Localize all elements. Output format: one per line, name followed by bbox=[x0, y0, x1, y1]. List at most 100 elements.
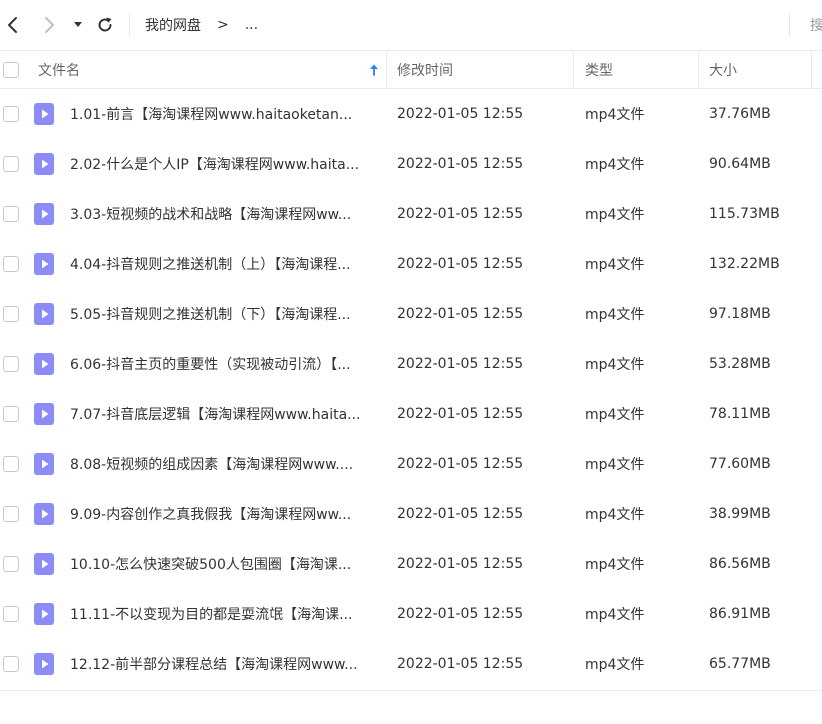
list-bottom-divider bbox=[0, 690, 822, 691]
table-row[interactable]: 5.05-抖音规则之推送机制（下）【海淘课程... 2022-01-05 12:… bbox=[0, 289, 822, 339]
row-checkbox[interactable] bbox=[3, 406, 19, 422]
breadcrumb-more[interactable]: ... bbox=[245, 17, 258, 33]
video-file-icon bbox=[34, 453, 54, 475]
file-type: mp4文件 bbox=[585, 357, 645, 373]
file-name[interactable]: 3.03-短视频的战术和战略【海淘课程网ww... bbox=[70, 189, 380, 239]
row-checkbox[interactable] bbox=[3, 656, 19, 672]
file-size: 86.91MB bbox=[709, 606, 771, 622]
file-modified-time: 2022-01-05 12:55 bbox=[397, 606, 524, 622]
column-divider[interactable] bbox=[386, 51, 387, 89]
file-modified-time: 2022-01-05 12:55 bbox=[397, 406, 524, 422]
refresh-button[interactable] bbox=[93, 13, 117, 37]
video-file-icon bbox=[34, 353, 54, 375]
top-nav-bar: 我的网盘 > ... 搜 bbox=[0, 0, 822, 50]
table-row[interactable]: 3.03-短视频的战术和战略【海淘课程网ww... 2022-01-05 12:… bbox=[0, 189, 822, 239]
file-type: mp4文件 bbox=[585, 157, 645, 173]
history-dropdown-button[interactable] bbox=[68, 13, 88, 37]
forward-button[interactable] bbox=[37, 13, 61, 37]
file-type: mp4文件 bbox=[585, 657, 645, 673]
table-row[interactable]: 2.02-什么是个人IP【海淘课程网www.haita... 2022-01-0… bbox=[0, 139, 822, 189]
file-type: mp4文件 bbox=[585, 457, 645, 473]
nav-divider bbox=[129, 14, 130, 36]
file-size: 115.73MB bbox=[709, 206, 780, 222]
table-row[interactable]: 7.07-抖音底层逻辑【海淘课程网www.haita... 2022-01-05… bbox=[0, 389, 822, 439]
file-modified-time: 2022-01-05 12:55 bbox=[397, 506, 524, 522]
file-name[interactable]: 2.02-什么是个人IP【海淘课程网www.haita... bbox=[70, 139, 380, 189]
table-row[interactable]: 6.06-抖音主页的重要性（实现被动引流）【... 2022-01-05 12:… bbox=[0, 339, 822, 389]
breadcrumb-root[interactable]: 我的网盘 bbox=[145, 15, 201, 35]
back-button[interactable] bbox=[1, 13, 25, 37]
file-name[interactable]: 8.08-短视频的组成因素【海淘课程网www.... bbox=[70, 439, 380, 489]
column-divider[interactable] bbox=[573, 51, 574, 89]
file-type: mp4文件 bbox=[585, 607, 645, 623]
search-input[interactable]: 搜 bbox=[810, 15, 822, 35]
video-file-icon bbox=[34, 503, 54, 525]
row-checkbox[interactable] bbox=[3, 256, 19, 272]
file-name[interactable]: 5.05-抖音规则之推送机制（下）【海淘课程... bbox=[70, 289, 380, 339]
file-modified-time: 2022-01-05 12:55 bbox=[397, 656, 524, 672]
video-file-icon bbox=[34, 403, 54, 425]
chevron-left-icon bbox=[8, 17, 17, 33]
file-type: mp4文件 bbox=[585, 557, 645, 573]
column-header-name-label: 文件名 bbox=[38, 63, 80, 79]
file-type: mp4文件 bbox=[585, 257, 645, 273]
file-modified-time: 2022-01-05 12:55 bbox=[397, 456, 524, 472]
row-checkbox[interactable] bbox=[3, 456, 19, 472]
file-size: 38.99MB bbox=[709, 506, 771, 522]
file-name[interactable]: 10.10-怎么快速突破500人包围圈【海淘课... bbox=[70, 539, 380, 589]
file-size: 37.76MB bbox=[709, 106, 771, 122]
table-row[interactable]: 10.10-怎么快速突破500人包围圈【海淘课... 2022-01-05 12… bbox=[0, 539, 822, 589]
file-name[interactable]: 6.06-抖音主页的重要性（实现被动引流）【... bbox=[70, 339, 380, 389]
chevron-right-icon bbox=[45, 17, 54, 33]
row-checkbox[interactable] bbox=[3, 206, 19, 222]
column-header-size-label: 大小 bbox=[709, 63, 737, 79]
table-row[interactable]: 11.11-不以变现为目的都是耍流氓【海淘课... 2022-01-05 12:… bbox=[0, 589, 822, 639]
video-file-icon bbox=[34, 303, 54, 325]
row-checkbox[interactable] bbox=[3, 506, 19, 522]
select-all-checkbox[interactable] bbox=[3, 62, 19, 78]
file-type: mp4文件 bbox=[585, 107, 645, 123]
table-row[interactable]: 4.04-抖音规则之推送机制（上）【海淘课程... 2022-01-05 12:… bbox=[0, 239, 822, 289]
file-name[interactable]: 12.12-前半部分课程总结【海淘课程网www... bbox=[70, 639, 380, 689]
file-size: 86.56MB bbox=[709, 556, 771, 572]
column-header-name[interactable]: 文件名 bbox=[38, 51, 80, 89]
row-checkbox[interactable] bbox=[3, 606, 19, 622]
file-size: 78.11MB bbox=[709, 406, 771, 422]
row-checkbox[interactable] bbox=[3, 306, 19, 322]
file-name[interactable]: 11.11-不以变现为目的都是耍流氓【海淘课... bbox=[70, 589, 380, 639]
table-row[interactable]: 8.08-短视频的组成因素【海淘课程网www.... 2022-01-05 12… bbox=[0, 439, 822, 489]
video-file-icon bbox=[34, 553, 54, 575]
file-type: mp4文件 bbox=[585, 207, 645, 223]
file-size: 65.77MB bbox=[709, 656, 771, 672]
table-row[interactable]: 1.01-前言【海淘课程网www.haitaoketan... 2022-01-… bbox=[0, 89, 822, 139]
file-modified-time: 2022-01-05 12:55 bbox=[397, 106, 524, 122]
row-checkbox[interactable] bbox=[3, 356, 19, 372]
search-divider bbox=[789, 14, 790, 36]
table-header: 文件名 修改时间 类型 大小 bbox=[0, 50, 822, 89]
row-checkbox[interactable] bbox=[3, 106, 19, 122]
column-divider[interactable] bbox=[811, 51, 812, 89]
file-modified-time: 2022-01-05 12:55 bbox=[397, 306, 524, 322]
table-row[interactable]: 9.09-内容创作之真我假我【海淘课程网ww... 2022-01-05 12:… bbox=[0, 489, 822, 539]
breadcrumb-separator: > bbox=[217, 17, 229, 33]
file-modified-time: 2022-01-05 12:55 bbox=[397, 156, 524, 172]
file-name[interactable]: 4.04-抖音规则之推送机制（上）【海淘课程... bbox=[70, 239, 380, 289]
row-checkbox[interactable] bbox=[3, 156, 19, 172]
column-divider[interactable] bbox=[698, 51, 699, 89]
file-size: 53.28MB bbox=[709, 356, 771, 372]
file-modified-time: 2022-01-05 12:55 bbox=[397, 556, 524, 572]
table-row[interactable]: 12.12-前半部分课程总结【海淘课程网www... 2022-01-05 12… bbox=[0, 639, 822, 689]
file-size: 97.18MB bbox=[709, 306, 771, 322]
video-file-icon bbox=[34, 203, 54, 225]
file-size: 77.60MB bbox=[709, 456, 771, 472]
video-file-icon bbox=[34, 153, 54, 175]
column-header-size[interactable]: 大小 bbox=[709, 51, 737, 89]
file-name[interactable]: 7.07-抖音底层逻辑【海淘课程网www.haita... bbox=[70, 389, 380, 439]
column-header-type[interactable]: 类型 bbox=[585, 51, 613, 89]
column-header-time[interactable]: 修改时间 bbox=[397, 51, 453, 89]
refresh-icon bbox=[98, 17, 112, 32]
sort-up-arrow-icon[interactable] bbox=[367, 63, 381, 77]
file-name[interactable]: 9.09-内容创作之真我假我【海淘课程网ww... bbox=[70, 489, 380, 539]
file-name[interactable]: 1.01-前言【海淘课程网www.haitaoketan... bbox=[70, 89, 380, 139]
row-checkbox[interactable] bbox=[3, 556, 19, 572]
